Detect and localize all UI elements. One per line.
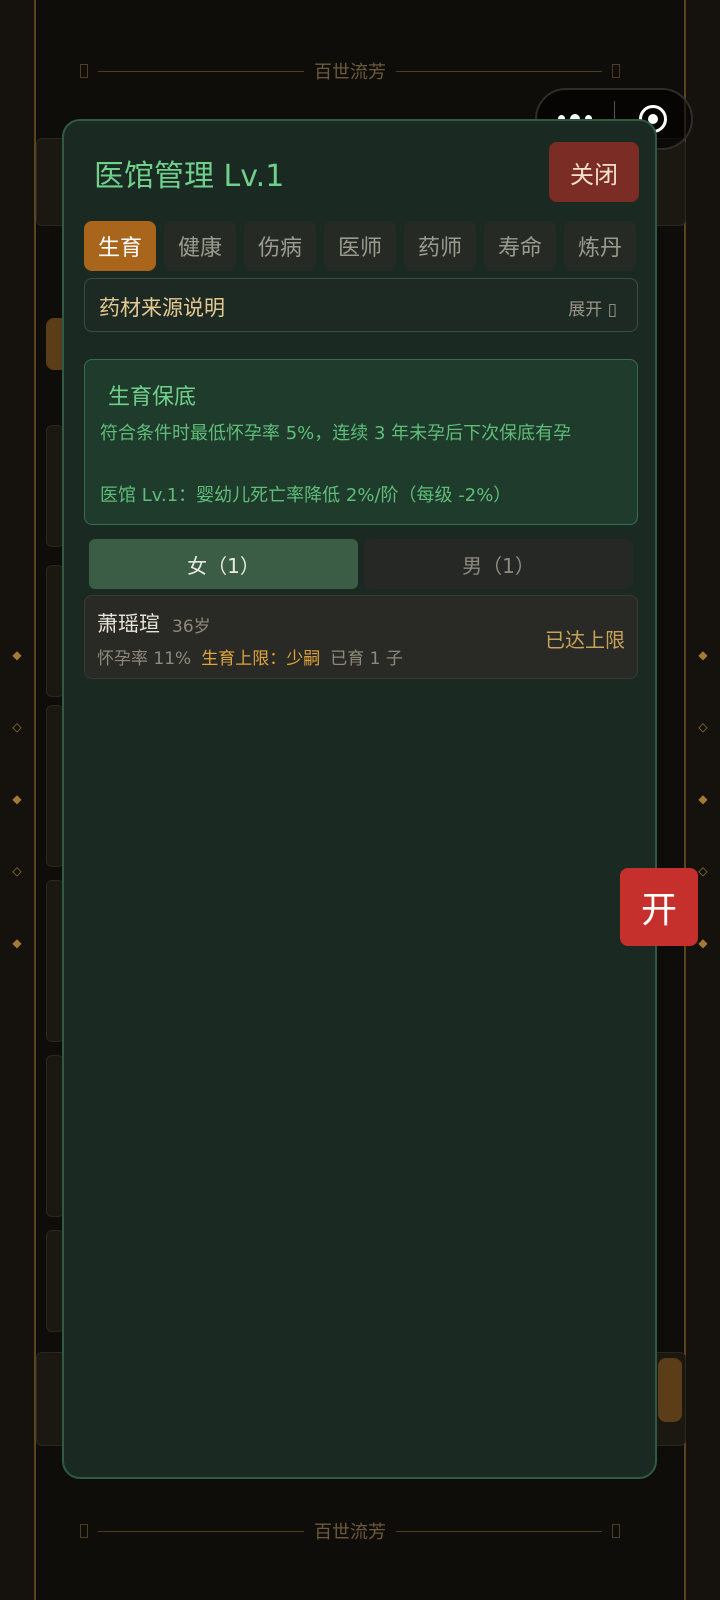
diamond-ornament-icon: ◆ (12, 936, 22, 950)
female-tab[interactable]: 女（1） (89, 539, 358, 589)
bottom-banner: 百世流芳 (80, 1516, 620, 1546)
diamond-ornament-icon: ◇ (12, 720, 22, 734)
pregnancy-rate: 怀孕率 11% (97, 649, 192, 669)
tab-physician[interactable]: 医师 (324, 221, 396, 271)
diamond-ornament-icon: ◆ (698, 936, 708, 950)
clinic-management-modal: 医馆管理 Lv.1 关闭 生育 健康 伤病 医师 药师 寿命 炼丹 药材来源说明… (62, 119, 657, 1479)
tab-alchemy[interactable]: 炼丹 (564, 221, 636, 271)
diamond-ornament-icon: ◇ (698, 864, 708, 878)
tab-bar: 生育 健康 伤病 医师 药师 寿命 炼丹 (84, 221, 636, 271)
diamond-ornament-icon: ◆ (698, 792, 708, 806)
herb-source-section[interactable]: 药材来源说明 展开 ▯ (84, 278, 638, 332)
tab-pharmacist[interactable]: 药师 (404, 221, 476, 271)
diamond-ornament-icon: ◆ (12, 648, 22, 662)
diamond-ornament-icon: ◆ (12, 792, 22, 806)
background-orange-button (658, 1358, 682, 1422)
modal-title: 医馆管理 Lv.1 (94, 159, 285, 194)
gender-toggle: 女（1） 男（1） (89, 539, 633, 589)
expand-toggle[interactable]: 展开 ▯ (568, 295, 617, 320)
diamond-ornament-icon: ◇ (698, 720, 708, 734)
children-count: 已育 1 子 (330, 649, 403, 669)
clinic-effect-text: 医馆 Lv.1：婴幼儿死亡率降低 2%/阶（每级 -2%） (100, 485, 512, 506)
guarantee-rule-text: 符合条件时最低怀孕率 5%，连续 3 年未孕后下次保底有孕 (100, 423, 572, 444)
male-tab[interactable]: 男（1） (364, 539, 633, 589)
herb-source-title: 药材来源说明 (99, 296, 225, 320)
tab-injury[interactable]: 伤病 (244, 221, 316, 271)
limit-reached-status: 已达上限 (545, 628, 625, 652)
tab-lifespan[interactable]: 寿命 (484, 221, 556, 271)
person-age: 36岁 (172, 617, 211, 637)
person-stats: 怀孕率 11% 生育上限：少嗣 已育 1 子 (97, 644, 403, 669)
close-button[interactable]: 关闭 (549, 142, 639, 202)
birth-limit: 生育上限：少嗣 (201, 649, 321, 669)
tab-health[interactable]: 健康 (164, 221, 236, 271)
tab-fertility[interactable]: 生育 (84, 221, 156, 271)
person-name: 萧瑶瑄 (97, 612, 160, 636)
diamond-ornament-icon: ◆ (698, 648, 708, 662)
guarantee-title: 生育保底 (108, 385, 197, 410)
diamond-ornament-icon: ◇ (12, 864, 22, 878)
banner-title: 百世流芳 (314, 62, 386, 83)
open-button[interactable]: 开 (620, 868, 698, 946)
person-list-item[interactable]: 萧瑶瑄 36岁 怀孕率 11% 生育上限：少嗣 已育 1 子 已达上限 (84, 595, 638, 679)
fertility-guarantee-card: 生育保底 符合条件时最低怀孕率 5%，连续 3 年未孕后下次保底有孕 医馆 Lv… (84, 359, 638, 525)
banner-title: 百世流芳 (314, 1522, 386, 1543)
top-banner: 百世流芳 (80, 56, 620, 86)
